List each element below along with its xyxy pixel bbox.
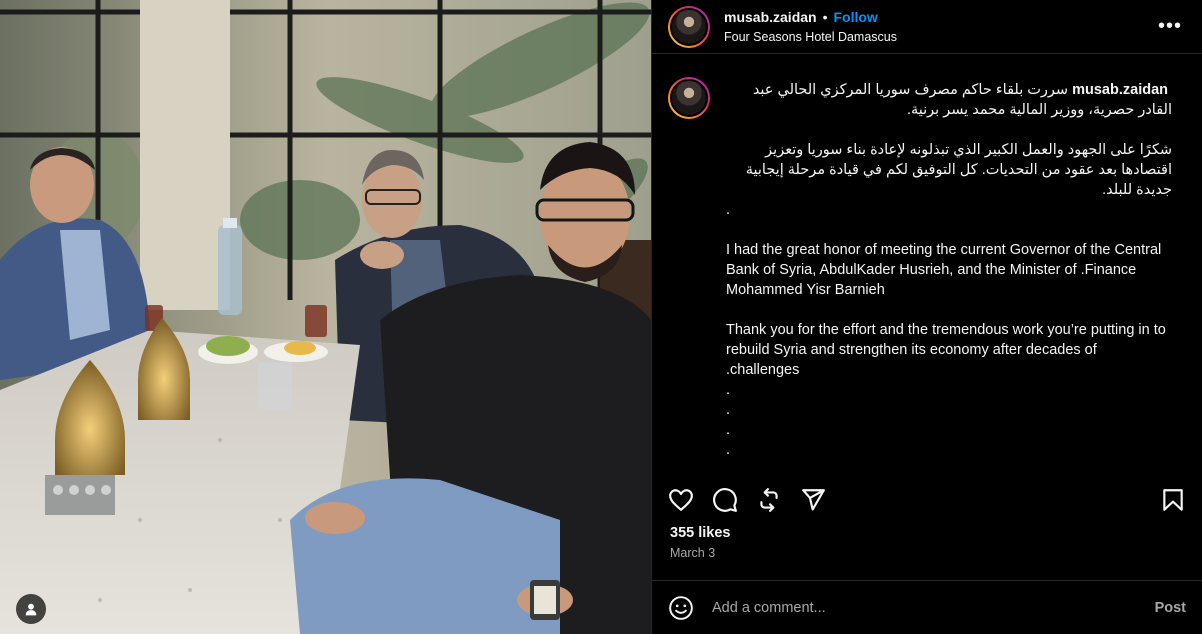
caption-username[interactable]: musab.zaidan [1072,82,1168,98]
post-date[interactable]: March 3 [652,546,1202,560]
more-options-button[interactable]: ••• [1154,15,1186,38]
caption-arabic-para2: شكرًا على الجهود والعمل الكبير الذي تبذل… [741,142,1172,198]
caption-dot: . [726,442,731,458]
post-header: musab.zaidan • Follow Four Seasons Hotel… [652,0,1202,54]
separator-dot: • [822,9,828,25]
save-button[interactable] [1160,487,1186,513]
user-tag-icon [25,603,37,616]
post-location[interactable]: Four Seasons Hotel Damascus [724,30,1154,44]
send-icon [802,489,825,511]
instagram-post: musab.zaidan • Follow Four Seasons Hotel… [0,0,1202,634]
emoji-button[interactable] [668,595,694,621]
post-photo[interactable] [0,0,651,634]
caption-dot: . [726,402,731,418]
caption-arabic-intro: musab.zaidan سررت بلقاء حاكم مصرف سوريا … [726,80,1172,120]
comment-button[interactable] [712,487,738,513]
comment-icon [713,488,737,512]
add-comment-bar: Post [652,580,1202,634]
post-comment-button[interactable]: Post [1155,600,1186,616]
author-info: musab.zaidan • Follow Four Seasons Hotel… [724,9,1154,44]
caption-dot: . [726,202,731,218]
caption-avatar[interactable] [668,77,710,119]
action-bar [652,479,1202,521]
like-button[interactable] [668,487,694,513]
repost-button[interactable] [756,487,782,513]
repost-icon [760,488,778,512]
follow-button[interactable]: Follow [834,9,878,25]
likes-count[interactable]: 355 likes [652,525,1202,541]
comment-input[interactable] [712,599,1155,616]
caption-area: musab.zaidan سررت بلقاء حاكم مصرف سوريا … [652,54,1202,479]
caption-dot: . [726,422,731,438]
caption-english-para2: Thank you for the effort and the tremend… [726,322,1170,378]
author-username[interactable]: musab.zaidan [724,9,817,25]
caption-dot: . [726,382,731,398]
author-avatar[interactable] [668,5,710,48]
bookmark-icon [1163,489,1183,511]
emoji-icon [669,595,693,620]
share-button[interactable] [800,487,826,513]
user-tag-button[interactable] [16,594,46,624]
post-sidebar: musab.zaidan • Follow Four Seasons Hotel… [651,0,1202,634]
heart-icon [669,489,693,511]
photo-scene [0,0,651,634]
caption-english-para1: I had the great honor of meeting the cur… [726,242,1166,298]
post-caption: musab.zaidan سررت بلقاء حاكم مصرف سوريا … [726,80,1172,479]
